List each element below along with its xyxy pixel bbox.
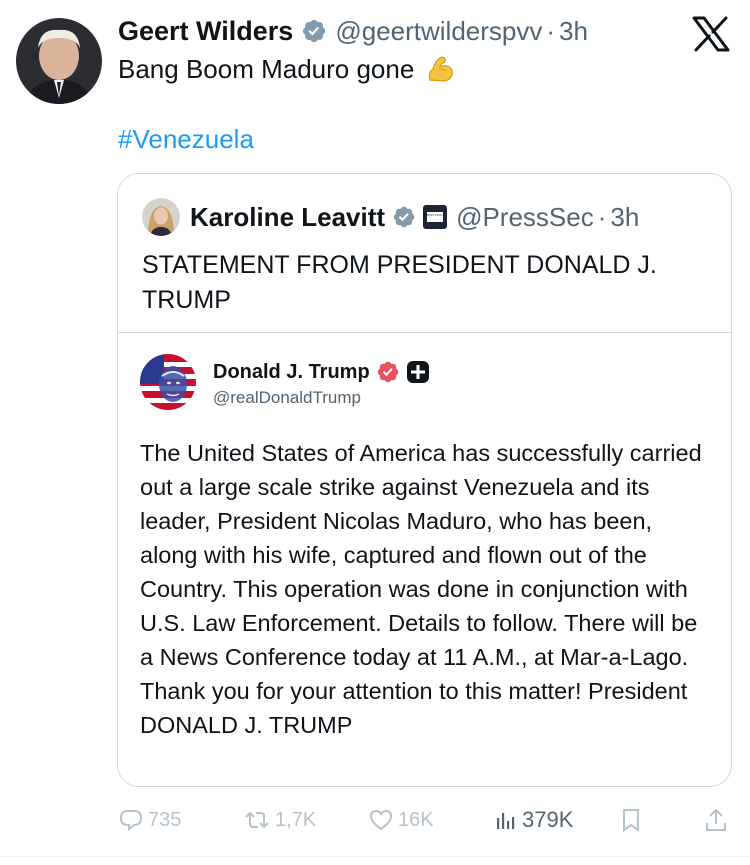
avatar[interactable] [16,18,102,104]
verified-badge-icon [301,18,327,44]
post-text-content: Bang Boom Maduro gone [118,53,415,84]
nested-header: Donald J. Trump [213,357,430,387]
divider [118,332,731,333]
bookmark-button[interactable] [619,800,643,840]
post-time[interactable]: 3h [559,16,588,47]
views-button[interactable]: 379K [494,800,573,840]
post-text: Bang Boom Maduro gone [118,52,456,86]
nested-author-handle[interactable]: @realDonaldTrump [213,388,361,408]
quoted-tweet[interactable]: Karoline Leavitt WHITE HOUSE @PressSec ·… [117,173,732,787]
like-count: 16K [398,808,434,831]
quote-author-handle[interactable]: @PressSec [456,202,594,233]
nested-text: The United States of America has success… [140,440,702,738]
post-header: Geert Wilders @geertwilderspvv · 3h [118,12,588,50]
nested-avatar[interactable] [140,354,196,410]
flexed-biceps-icon [424,53,456,85]
nested-author-name[interactable]: Donald J. Trump [213,361,370,384]
repost-icon [245,811,269,829]
action-bar: 735 1,7K 16K 379K [0,800,750,840]
views-icon [497,813,515,829]
share-button[interactable] [704,800,728,840]
white-house-affiliate-icon[interactable]: WHITE HOUSE [422,204,448,230]
truth-plus-icon [406,360,430,384]
heart-icon [369,809,393,831]
separator-dot: · [597,201,607,232]
quote-avatar[interactable] [142,198,180,236]
view-count: 379K [522,807,574,832]
reply-icon [119,810,143,832]
hashtag-link[interactable]: #Venezuela [118,122,254,156]
repost-button[interactable]: 1,7K [243,800,316,840]
author-handle[interactable]: @geertwilderspvv [335,16,542,47]
x-logo-icon [692,16,730,52]
affiliate-badge-text: WHITE HOUSE [424,213,446,217]
separator-dot: · [546,15,556,46]
quote-time[interactable]: 3h [610,202,639,233]
quote-author-name[interactable]: Karoline Leavitt [190,202,385,233]
tweet: Geert Wilders @geertwilderspvv · 3h Bang… [0,0,750,865]
bookmark-icon [623,809,639,832]
repost-count: 1,7K [275,808,317,831]
divider [0,856,750,857]
verified-badge-icon [376,360,400,384]
quote-header: Karoline Leavitt WHITE HOUSE @PressSec ·… [190,198,639,236]
share-icon [706,808,726,831]
verified-badge-icon [392,205,416,229]
like-button[interactable]: 16K [368,800,434,840]
reply-button[interactable]: 735 [118,800,181,840]
author-name[interactable]: Geert Wilders [118,16,293,47]
reply-count: 735 [148,808,182,831]
quote-text: STATEMENT FROM PRESIDENT DONALD J. TRUMP [142,251,657,314]
